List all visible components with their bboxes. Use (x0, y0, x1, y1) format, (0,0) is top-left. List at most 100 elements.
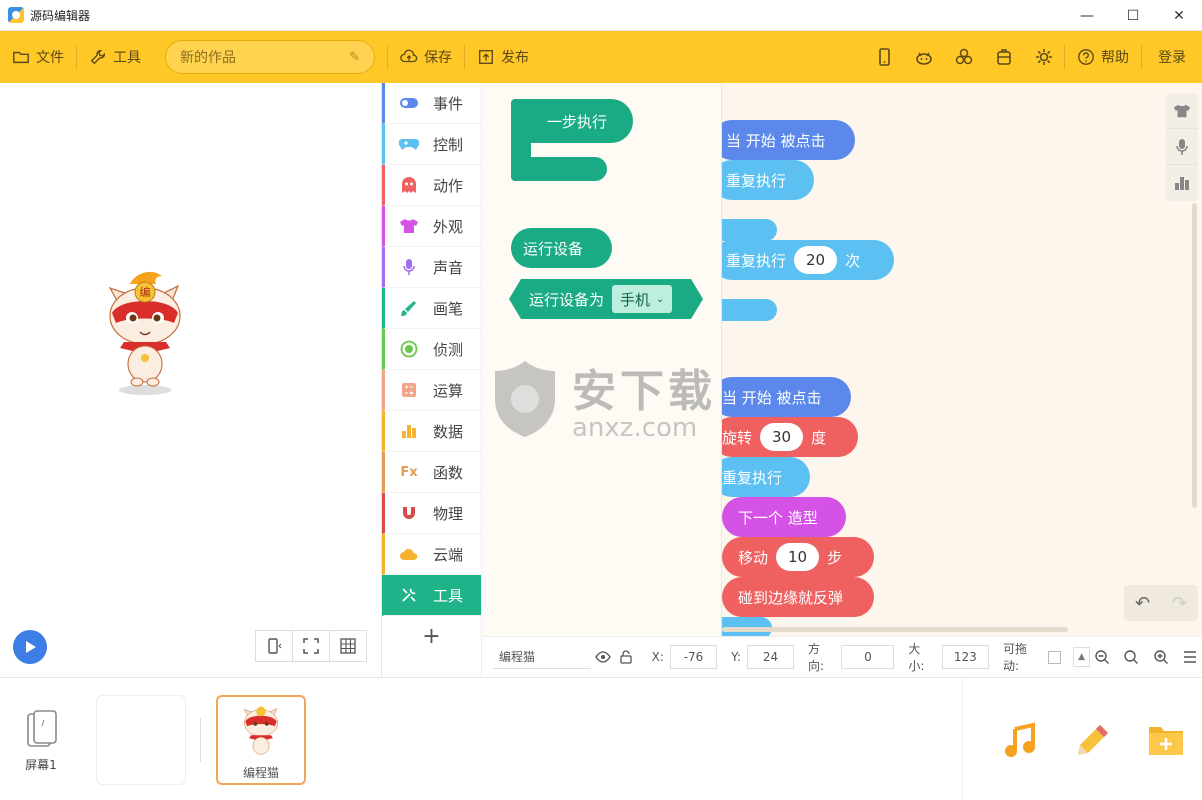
category-label: 工具 (433, 586, 464, 605)
run-device-as-block[interactable]: 运行设备为 手机 ⌄ (509, 279, 703, 319)
gamepad-icon (399, 134, 419, 154)
vertical-scrollbar[interactable] (1192, 203, 1197, 508)
repeat-count-input[interactable]: 20 (794, 246, 838, 274)
zoom-reset-icon[interactable] (1120, 645, 1143, 669)
grid-toggle-button[interactable] (329, 630, 367, 662)
music-note-icon[interactable] (1001, 721, 1039, 759)
costume-button[interactable] (1166, 93, 1198, 129)
sound-button[interactable] (1166, 129, 1198, 165)
run-device-block[interactable]: 运行设备 (511, 228, 612, 268)
category-functions[interactable]: Fx 函数 (382, 452, 481, 493)
step-execute-label: 一步执行 (547, 113, 608, 131)
category-physics[interactable]: 物理 (382, 493, 481, 534)
redo-icon[interactable]: ↷ (1172, 593, 1187, 614)
stage-panel[interactable]: 编 (0, 83, 382, 677)
y-field[interactable]: 24 (746, 645, 795, 669)
block-category-list: 事件 控制 动作 外观 声音 画笔 侦测 运算 数据 Fx 函数 物理 云端 工… (382, 83, 482, 677)
device-button[interactable] (864, 31, 904, 83)
help-button[interactable]: 帮助 (1065, 31, 1141, 83)
x-field[interactable]: -76 (669, 645, 718, 669)
draggable-checkbox[interactable] (1048, 650, 1061, 664)
play-icon (26, 641, 36, 653)
direction-field[interactable]: 0 (841, 645, 895, 669)
screen-label: 屏幕1 (25, 758, 57, 772)
cloud-icon (399, 544, 419, 564)
repeat-bottom-block (722, 219, 777, 241)
horizontal-scrollbar[interactable] (722, 627, 1068, 632)
eye-icon[interactable] (591, 645, 614, 669)
title-bar: 源码编辑器 — ☐ ✕ (0, 0, 1202, 31)
category-sensing[interactable]: 侦测 (382, 329, 481, 370)
add-category-button[interactable]: + (382, 616, 481, 656)
close-button[interactable]: ✕ (1156, 0, 1202, 31)
pencil-icon[interactable] (1074, 721, 1112, 759)
wrench-icon (90, 50, 105, 65)
backpack-button[interactable] (984, 31, 1024, 83)
block-label: 旋转 (722, 428, 753, 447)
category-events[interactable]: 事件 (382, 83, 481, 124)
repeat-n-times-block[interactable]: 重复执行 20 次 (722, 240, 894, 280)
category-cloud[interactable]: 云端 (382, 534, 481, 575)
rotate-block[interactable]: 旋转 30 度 (722, 417, 858, 457)
category-data[interactable]: 数据 (382, 411, 481, 452)
window-title: 源码编辑器 (30, 8, 91, 23)
file-menu-button[interactable]: 文件 (0, 31, 76, 83)
robot-icon (916, 52, 932, 65)
device-select[interactable]: 手机 ⌄ (612, 285, 673, 313)
unlock-icon[interactable] (614, 645, 637, 669)
save-button[interactable]: 保存 (388, 31, 464, 83)
code-workspace[interactable]: 当 开始 被点击 重复执行 重复执行 20 次 当 开始 被点击 旋转 30 度… (722, 83, 1202, 636)
block-unit-label: 度 (811, 428, 827, 447)
fullscreen-button[interactable] (292, 630, 330, 662)
data-button[interactable] (1166, 165, 1198, 201)
next-costume-block[interactable]: 下一个 造型 (722, 497, 846, 537)
y-value: 24 (762, 650, 779, 664)
coding-cat-sprite[interactable]: 编 (100, 268, 190, 398)
tools-menu-button[interactable]: 工具 (77, 31, 153, 83)
file-menu-label: 文件 (36, 50, 64, 66)
block-label: 碰到边缘就反弹 (738, 588, 844, 607)
background-thumbnail[interactable] (96, 695, 186, 785)
category-looks[interactable]: 外观 (382, 206, 481, 247)
minimize-button[interactable]: — (1064, 0, 1110, 31)
move-steps-input[interactable]: 10 (776, 543, 820, 571)
category-label: 数据 (433, 422, 464, 441)
settings-button[interactable] (1024, 31, 1064, 83)
when-start-clicked-block[interactable]: 当 开始 被点击 (722, 120, 855, 160)
category-label: 控制 (433, 135, 464, 154)
login-button[interactable]: 登录 (1142, 31, 1202, 83)
device-mode-dropdown[interactable] (255, 630, 293, 662)
zoom-in-icon[interactable] (1149, 645, 1172, 669)
category-label: 声音 (433, 258, 464, 277)
screen-1-item[interactable]: 屏幕1 (12, 710, 70, 773)
folder-add-icon[interactable] (1147, 723, 1185, 757)
repeat-forever-block[interactable]: 重复执行 (722, 457, 810, 497)
maximize-button[interactable]: ☐ (1110, 0, 1156, 31)
run-button[interactable] (13, 630, 47, 664)
undo-icon[interactable]: ↶ (1135, 593, 1150, 614)
grid-icon (340, 638, 356, 654)
mic-icon (1176, 138, 1188, 155)
menu-icon[interactable] (1179, 645, 1202, 669)
cloud-upload-icon (400, 49, 418, 63)
publish-button[interactable]: 发布 (465, 31, 541, 83)
move-steps-block[interactable]: 移动 10 步 (722, 537, 874, 577)
category-motion[interactable]: 动作 (382, 165, 481, 206)
extensions-button[interactable] (944, 31, 984, 83)
collapse-up-icon[interactable]: ▲ (1072, 647, 1091, 667)
project-name-field[interactable]: 新的作品 ✎ (165, 40, 375, 74)
when-start-clicked-block[interactable]: 当 开始 被点击 (722, 377, 851, 417)
sprite-name-field[interactable]: 编程猫 (493, 645, 591, 669)
bounce-on-edge-block[interactable]: 碰到边缘就反弹 (722, 577, 874, 617)
rotate-degrees-input[interactable]: 30 (760, 423, 804, 451)
size-field[interactable]: 123 (941, 645, 989, 669)
category-sound[interactable]: 声音 (382, 247, 481, 288)
sprite-thumbnail[interactable]: 编程猫 (216, 695, 306, 785)
category-control[interactable]: 控制 (382, 124, 481, 165)
category-tools[interactable]: 工具 (382, 575, 481, 616)
repeat-forever-block[interactable]: 重复执行 (722, 160, 814, 200)
zoom-out-icon[interactable] (1090, 645, 1113, 669)
category-operators[interactable]: 运算 (382, 370, 481, 411)
category-pen[interactable]: 画笔 (382, 288, 481, 329)
robot-button[interactable] (904, 31, 944, 83)
